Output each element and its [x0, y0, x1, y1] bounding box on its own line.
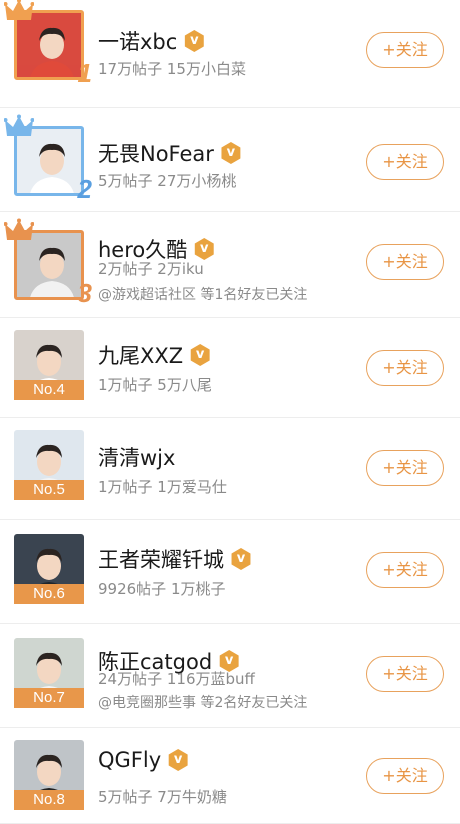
- rank-badge: No.4: [14, 380, 84, 400]
- avatar-container[interactable]: No.7: [14, 638, 84, 708]
- follow-button[interactable]: +关注: [366, 244, 444, 280]
- ranking-row[interactable]: No.4 九尾XXZ v 1万帖子 5万八尾 +关注: [0, 318, 460, 418]
- name-line: 清清wjx: [98, 442, 175, 472]
- verified-badge-icon: v: [184, 30, 204, 52]
- rank-badge: No.5: [14, 480, 84, 500]
- ranking-row[interactable]: 2 无畏NoFear v 5万帖子 27万小杨桃 +关注: [0, 108, 460, 212]
- name-line: 无畏NoFear v: [98, 138, 242, 168]
- rank-number: 1: [77, 58, 92, 88]
- avatar-container[interactable]: 2: [3, 114, 92, 202]
- user-stats: 5万帖子 7万牛奶糖: [98, 788, 227, 806]
- follow-button[interactable]: +关注: [366, 552, 444, 588]
- ranking-list: 1 一诺xbc v 17万帖子 15万小白菜 +关注 2 无畏NoFear v 5万帖子 27万…: [0, 0, 460, 824]
- follow-button[interactable]: +关注: [366, 350, 444, 386]
- name-line: QGFly v: [98, 748, 189, 772]
- verified-badge-icon: v: [190, 344, 210, 366]
- user-name[interactable]: 无畏NoFear: [98, 138, 214, 168]
- user-stats: 1万帖子 1万爱马仕: [98, 478, 227, 496]
- user-stats: 5万帖子 27万小杨桃: [98, 172, 237, 190]
- user-stats: 17万帖子 15万小白菜: [98, 60, 246, 78]
- ranking-row[interactable]: No.7 陈正catgod v 24万帖子 116万蓝buff @电竞圈那些事 等2名好…: [0, 624, 460, 728]
- ranking-row[interactable]: 3 hero久酷 v 2万帖子 2万iku @游戏超话社区 等1名好友已关注 +关注: [0, 212, 460, 318]
- avatar-container[interactable]: No.5: [14, 430, 84, 500]
- name-line: 王者荣耀钎城 v: [98, 544, 252, 574]
- user-name[interactable]: 一诺xbc: [98, 26, 177, 56]
- follow-button[interactable]: +关注: [366, 450, 444, 486]
- avatar-container[interactable]: No.6: [14, 534, 84, 604]
- crown-icon: [3, 114, 35, 144]
- follow-button[interactable]: +关注: [366, 144, 444, 180]
- rank-badge: No.8: [14, 790, 84, 810]
- rank-badge: No.7: [14, 688, 84, 708]
- avatar-container[interactable]: No.8: [14, 740, 84, 810]
- follow-button[interactable]: +关注: [366, 758, 444, 794]
- user-name[interactable]: 王者荣耀钎城: [98, 544, 224, 574]
- user-stats: 9926帖子 1万桃子: [98, 580, 226, 598]
- ranking-row[interactable]: No.5 清清wjx 1万帖子 1万爱马仕 +关注: [0, 418, 460, 520]
- user-name[interactable]: QGFly: [98, 748, 161, 772]
- ranking-row[interactable]: 1 一诺xbc v 17万帖子 15万小白菜 +关注: [0, 0, 460, 108]
- user-name[interactable]: 清清wjx: [98, 442, 175, 472]
- follow-button[interactable]: +关注: [366, 656, 444, 692]
- rank-badge: No.6: [14, 584, 84, 604]
- mutual-friends-text: @电竞圈那些事 等2名好友已关注: [98, 695, 308, 711]
- verified-badge-icon: v: [168, 749, 188, 771]
- avatar-container[interactable]: No.4: [14, 330, 84, 400]
- crown-icon: [3, 0, 35, 28]
- user-stats: 1万帖子 5万八尾: [98, 376, 212, 394]
- verified-badge-icon: v: [221, 142, 241, 164]
- avatar-container[interactable]: 3: [3, 218, 92, 306]
- user-name[interactable]: 九尾XXZ: [98, 340, 183, 370]
- ranking-row[interactable]: No.6 王者荣耀钎城 v 9926帖子 1万桃子 +关注: [0, 520, 460, 624]
- follow-button[interactable]: +关注: [366, 32, 444, 68]
- user-stats: 2万帖子 2万iku: [98, 260, 204, 278]
- name-line: 一诺xbc v: [98, 26, 205, 56]
- rank-number: 3: [77, 278, 92, 308]
- ranking-row[interactable]: No.8 QGFly v 5万帖子 7万牛奶糖 +关注: [0, 728, 460, 824]
- name-line: 九尾XXZ v: [98, 340, 211, 370]
- verified-badge-icon: v: [194, 238, 214, 260]
- avatar-container[interactable]: 1: [3, 0, 92, 86]
- user-stats: 24万帖子 116万蓝buff: [98, 670, 255, 688]
- crown-icon: [3, 218, 35, 248]
- mutual-friends-text: @游戏超话社区 等1名好友已关注: [98, 287, 308, 303]
- rank-number: 2: [77, 174, 92, 204]
- verified-badge-icon: v: [231, 548, 251, 570]
